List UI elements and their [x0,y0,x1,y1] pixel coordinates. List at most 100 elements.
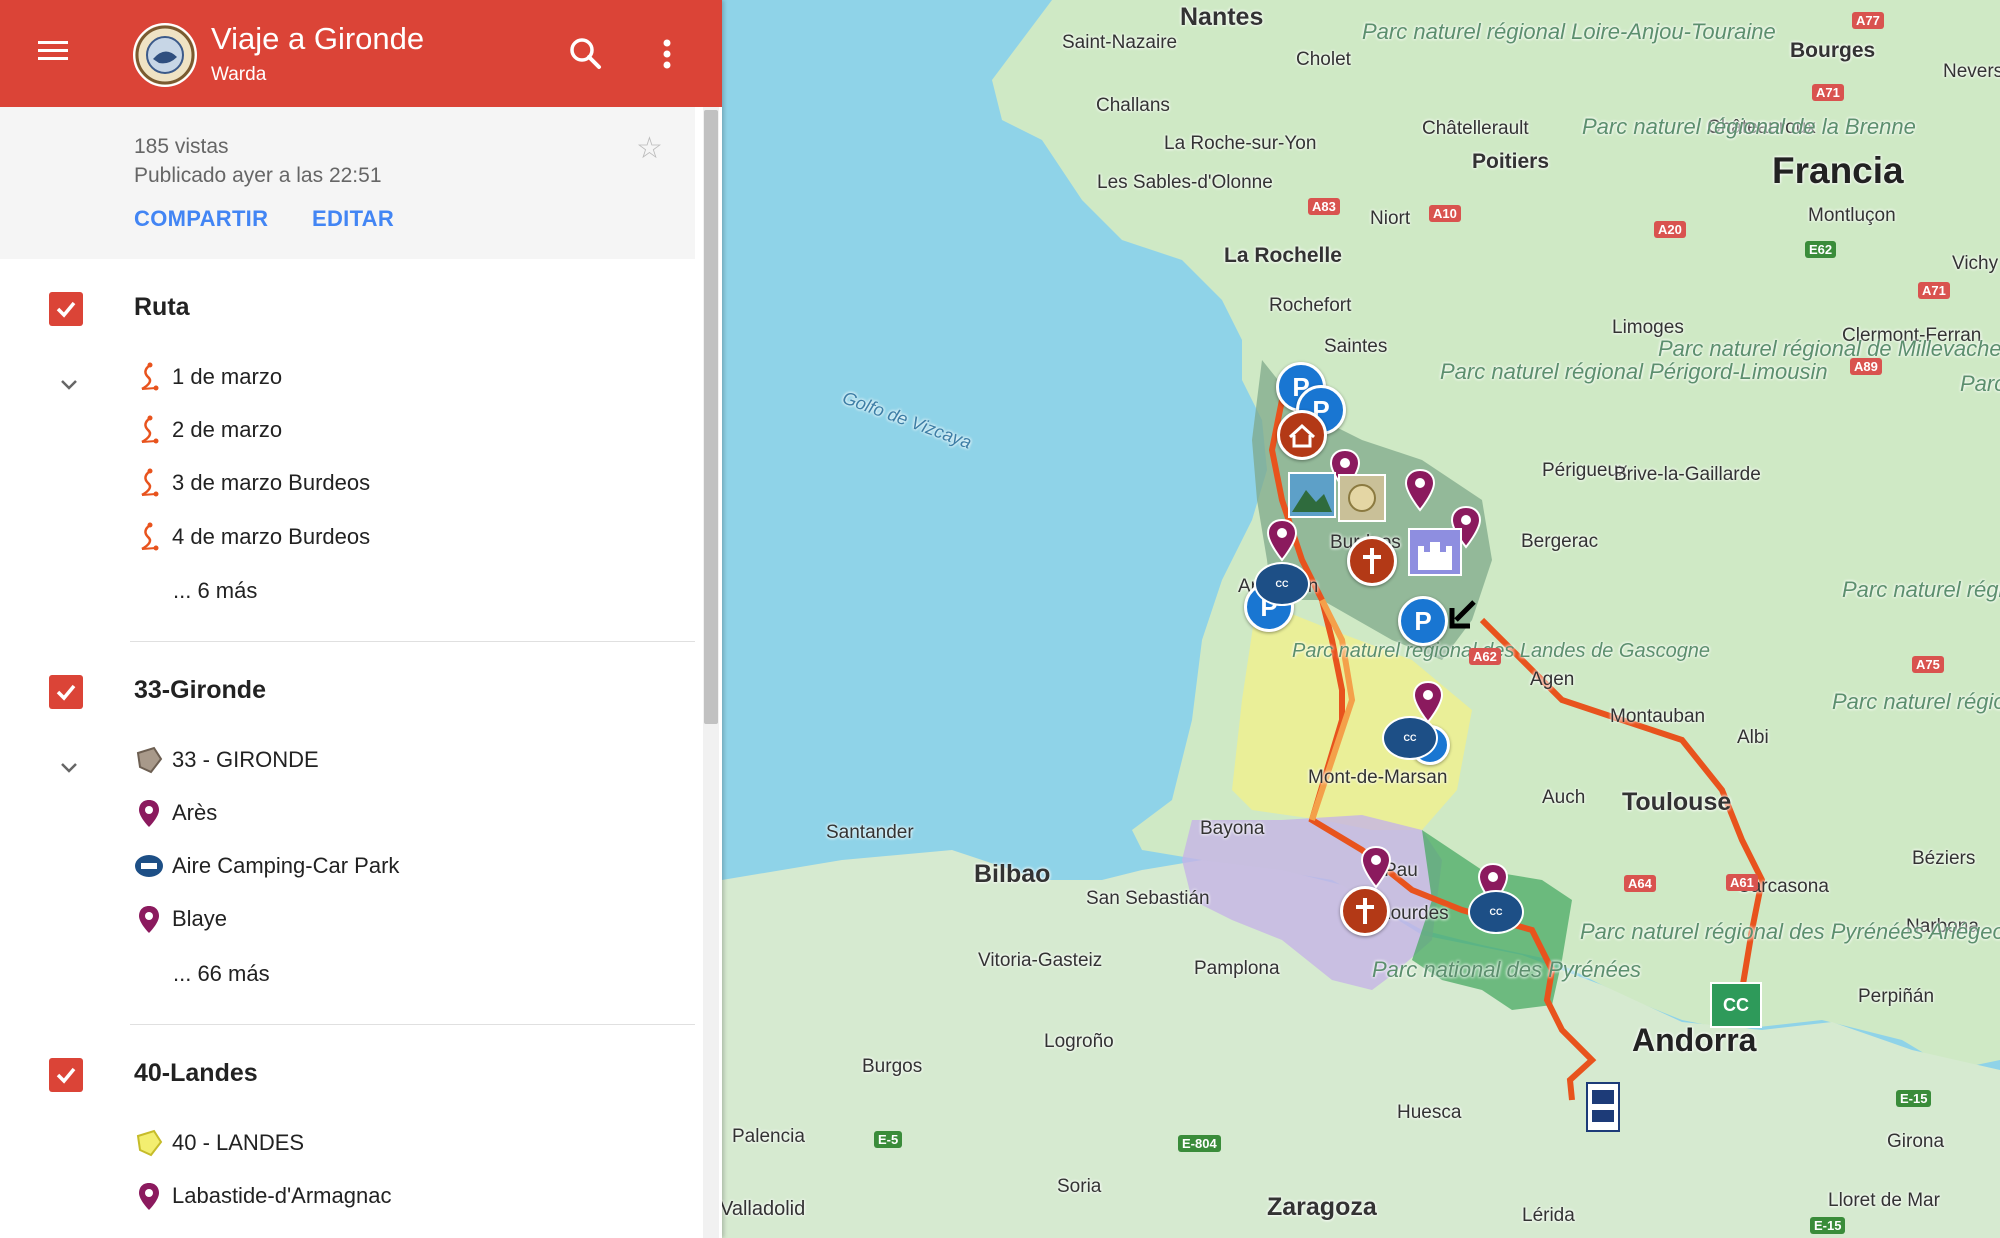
map-label-city: Béziers [1912,848,1976,869]
map-label-city: Rochefort [1269,295,1352,316]
map-label-city: Toulouse [1622,788,1732,816]
map-avatar[interactable] [133,23,197,87]
layer-title-ruta[interactable]: Ruta [134,293,190,322]
map-label-city: Perpiñán [1858,986,1935,1007]
road-shield: E62 [1805,241,1837,258]
chevron-down-icon[interactable] [57,755,81,779]
map-label-city: Palencia [732,1126,805,1147]
map-label-city: Huesca [1397,1102,1462,1123]
road-shield: A83 [1308,198,1340,215]
parking-marker[interactable]: P [1398,596,1448,646]
show-more-link[interactable]: ... 6 más [173,578,257,604]
map-label-city: Girona [1887,1131,1945,1152]
list-item[interactable]: Aire Camping-Car Park [134,847,674,887]
map-label-park: Parc naturel régional de l'Aubrac [1842,577,2000,602]
list-item[interactable]: 2 de marzo [134,411,674,451]
church-marker[interactable] [1347,536,1397,586]
app-header: Viaje a Gironde Warda [0,0,722,107]
divider [130,641,695,642]
layer-checkbox-gironde[interactable] [49,675,83,709]
map-label-city: Bourges [1790,39,1876,62]
road-shield: A77 [1852,12,1884,29]
map-owner[interactable]: Warda [211,64,266,86]
list-item[interactable]: 3 de marzo Burdeos [134,464,674,504]
star-icon[interactable]: ☆ [636,131,663,166]
route-icon [134,468,164,498]
layer-checkbox-landes[interactable] [49,1058,83,1092]
share-button[interactable]: COMPARTIR [134,206,268,232]
arrow-marker[interactable] [1446,598,1480,632]
road-shield: A75 [1912,656,1944,673]
map-label-city: Lourdes [1380,903,1449,924]
castle-marker[interactable] [1408,528,1462,576]
map-label-city: Vitoria-Gasteiz [978,950,1103,971]
list-item[interactable]: Arès [134,794,674,834]
map-label-city: Soria [1057,1176,1102,1197]
rest-area-marker[interactable] [1586,1082,1620,1132]
map-label-country: Francia [1772,150,1904,191]
house-marker[interactable] [1277,410,1327,460]
church-marker[interactable] [1340,886,1390,936]
road-shield: A64 [1624,875,1656,892]
map-label-park: Parc naturel régional des Pyrénées Ariég… [1580,920,2000,943]
map-label-city: Brive-la-Gaillarde [1614,464,1761,485]
chevron-down-icon[interactable] [57,372,81,396]
map-label-city: Lloret de Mar [1828,1190,1940,1211]
more-options-icon[interactable] [652,34,682,74]
route-icon [134,522,164,552]
map-label-park: Parc national des Pyrénées [1372,957,1642,982]
list-item[interactable]: 1 de marzo [134,358,674,398]
map-label-park: Parc naturel régional des Grands Causses [1832,689,2000,714]
layer-title-landes[interactable]: 40-Landes [134,1059,258,1088]
map-label-city: Montluçon [1808,205,1896,226]
pin-icon [134,1181,164,1211]
list-item[interactable]: Labastide-d'Armagnac [134,1177,674,1217]
list-item[interactable]: Blaye [134,900,674,940]
map-label-city: Pamplona [1194,958,1280,979]
menu-icon[interactable] [36,36,70,70]
scrollbar-thumb[interactable] [704,110,718,724]
layer-checkbox-ruta[interactable] [49,292,83,326]
map-label-city: Burgos [862,1056,923,1077]
camping-car-icon [134,851,164,881]
map-label-city: Cholet [1296,49,1351,70]
road-shield: E-804 [1178,1135,1221,1152]
pin-icon [134,904,164,934]
road-shield: E-15 [1810,1217,1846,1234]
edit-button[interactable]: EDITAR [312,206,394,232]
pin-icon [134,798,164,828]
service-area-marker[interactable]: CC [1710,982,1762,1028]
location-pin-marker[interactable] [1358,845,1394,889]
map-title: Viaje a Gironde [211,21,425,56]
view-count: 185 vistas [134,135,229,158]
show-more-link[interactable]: ... 66 más [173,961,270,987]
location-pin-marker[interactable] [1402,468,1438,512]
map-label-city: Mont-de-Marsan [1308,767,1448,788]
road-shield: A62 [1469,648,1501,665]
camping-car-marker[interactable]: CC [1468,890,1524,934]
search-icon[interactable] [566,34,606,74]
camping-car-marker[interactable]: CC [1254,562,1310,606]
list-item[interactable]: 33 - GIRONDE [134,741,674,781]
map-label-city: Challans [1096,95,1170,116]
road-shield: A71 [1918,282,1950,299]
map-label-city: Zaragoza [1267,1193,1377,1221]
wine-estate-marker[interactable] [1338,474,1386,522]
map-label-city: Agen [1530,669,1575,690]
map-label-city: Auch [1542,787,1586,808]
map-label-city: Bilbao [974,860,1051,888]
camping-car-marker[interactable]: CC [1382,716,1438,760]
road-shield: A71 [1812,84,1844,101]
list-item[interactable]: 4 de marzo Burdeos [134,518,674,558]
map-label-park: Parc naturel régional de Millevaches en … [1658,337,2000,360]
map-label-park: Parc Livrad [1960,371,2000,396]
map-canvas[interactable]: Francia Andorra Golfo de Vizcaya Nantes … [722,0,2000,1238]
layer-title-gironde[interactable]: 33-Gironde [134,676,266,705]
location-pin-marker[interactable] [1264,518,1300,562]
landscape-marker[interactable] [1288,472,1336,518]
list-item[interactable]: 40 - LANDES [134,1124,674,1164]
map-label-city: Bayona [1200,818,1265,839]
map-label-city: Saint-Nazaire [1062,32,1178,53]
map-label-park: Parc naturel régional de la Brenne [1582,115,1916,138]
map-label-city: Montauban [1610,706,1706,727]
